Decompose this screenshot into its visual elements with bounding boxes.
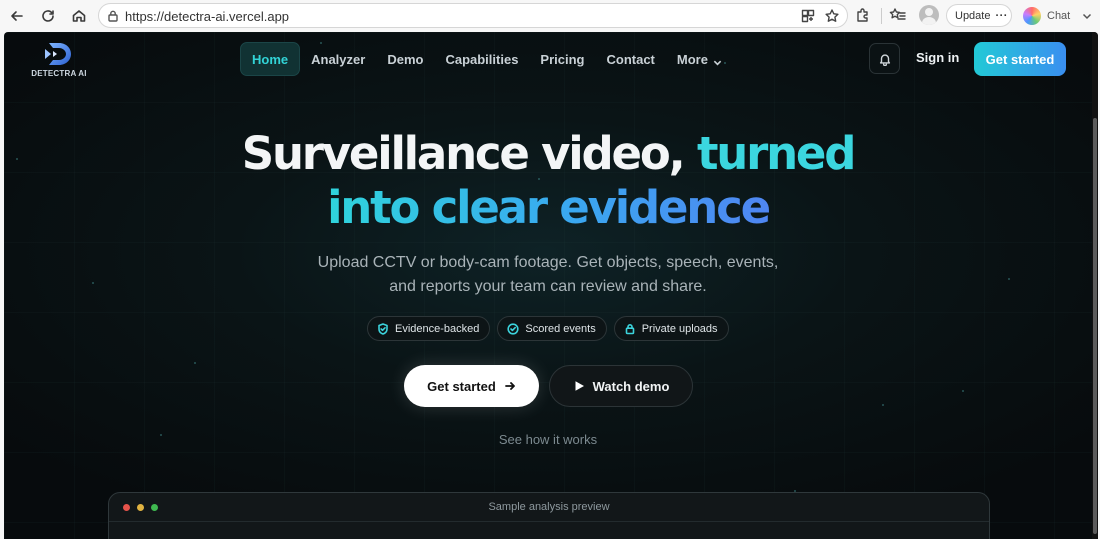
badge-label: Scored events bbox=[525, 322, 596, 335]
see-how-it-works-link[interactable]: See how it works bbox=[4, 432, 1092, 447]
nav-item-contact[interactable]: Contact bbox=[596, 42, 666, 76]
page-viewport: DETECTRA AI Home Analyzer Demo Capabilit… bbox=[4, 32, 1098, 539]
back-arrow-icon bbox=[11, 11, 23, 21]
logo-text: DETECTRA AI bbox=[31, 69, 87, 78]
badge-label: Evidence-backed bbox=[395, 322, 480, 335]
nav-item-more[interactable]: More bbox=[666, 42, 733, 76]
notifications-button[interactable] bbox=[869, 43, 900, 74]
badge-scored-events: Scored events bbox=[497, 316, 607, 341]
arrow-right-icon bbox=[504, 380, 516, 392]
header-get-started-button[interactable]: Get started bbox=[974, 42, 1066, 76]
badge-private-uploads: Private uploads bbox=[613, 316, 729, 341]
profile-avatar[interactable] bbox=[919, 5, 939, 25]
badge-label: Private uploads bbox=[641, 322, 718, 335]
background-particle bbox=[962, 390, 964, 392]
watch-demo-label: Watch demo bbox=[592, 378, 670, 394]
hero-subtitle-line1: Upload CCTV or body-cam footage. Get obj… bbox=[317, 254, 779, 271]
lock-icon bbox=[624, 323, 636, 335]
favorite-star-icon[interactable] bbox=[824, 8, 840, 24]
update-label: Update bbox=[955, 9, 991, 22]
background-particle bbox=[882, 404, 884, 406]
hero-headline-line1: Surveillance video, turned bbox=[4, 127, 1092, 181]
favorites-icon[interactable] bbox=[889, 6, 907, 24]
nav-item-demo[interactable]: Demo bbox=[376, 42, 434, 76]
nav-item-capabilities[interactable]: Capabilities bbox=[434, 42, 529, 76]
headline-accent-text: turned bbox=[696, 127, 857, 180]
chat-label: Chat bbox=[1047, 9, 1071, 22]
home-button[interactable] bbox=[68, 5, 90, 27]
address-bar[interactable]: https://detectra-ai.vercel.app bbox=[98, 3, 848, 28]
nav-item-analyzer[interactable]: Analyzer bbox=[300, 42, 376, 76]
site-logo[interactable]: DETECTRA AI bbox=[28, 40, 90, 82]
hero-get-started-label: Get started bbox=[427, 378, 496, 394]
hero-get-started-button[interactable]: Get started bbox=[404, 365, 539, 407]
app-available-icon[interactable] bbox=[800, 8, 816, 24]
page-scrollbar[interactable] bbox=[1092, 32, 1098, 539]
preview-titlebar: Sample analysis preview bbox=[109, 493, 989, 522]
copilot-chat-button[interactable]: Chat bbox=[1017, 4, 1097, 27]
badge-evidence-backed: Evidence-backed bbox=[367, 316, 491, 341]
sign-in-link[interactable]: Sign in bbox=[916, 50, 959, 65]
back-button[interactable] bbox=[6, 5, 28, 27]
hero-subtitle-line2: and reports your team can review and sha… bbox=[389, 278, 707, 295]
more-dots-icon: ··· bbox=[995, 9, 1008, 22]
play-icon bbox=[573, 380, 585, 392]
headline-gradient-text: into clear evidence bbox=[327, 181, 771, 234]
browser-toolbar: https://detectra-ai.vercel.app Update ··… bbox=[0, 0, 1100, 32]
chevron-down-icon bbox=[713, 55, 722, 65]
hero-headline-line2: into clear evidence bbox=[4, 181, 1092, 235]
headline-white-text: Surveillance video, bbox=[241, 127, 697, 180]
bell-icon bbox=[879, 53, 890, 66]
nav-item-pricing[interactable]: Pricing bbox=[529, 42, 595, 76]
lock-icon[interactable] bbox=[106, 9, 120, 23]
main-nav: Home Analyzer Demo Capabilities Pricing … bbox=[240, 42, 733, 76]
extensions-icon[interactable] bbox=[854, 6, 872, 24]
toolbar-divider bbox=[881, 8, 882, 24]
detectra-logo-icon bbox=[45, 43, 71, 65]
scrollbar-thumb[interactable] bbox=[1093, 118, 1097, 534]
refresh-button[interactable] bbox=[37, 5, 59, 27]
chevron-down-icon bbox=[1082, 11, 1092, 21]
home-icon bbox=[72, 10, 86, 22]
nav-more-label: More bbox=[676, 51, 708, 67]
nav-item-home[interactable]: Home bbox=[240, 42, 301, 76]
update-button[interactable]: Update ··· bbox=[946, 4, 1012, 27]
background-particle bbox=[194, 362, 196, 364]
copilot-icon bbox=[1023, 6, 1041, 25]
analysis-preview-window: Sample analysis preview bbox=[108, 492, 990, 539]
shield-check-icon bbox=[377, 322, 389, 335]
preview-title: Sample analysis preview bbox=[488, 501, 610, 513]
address-url[interactable]: https://detectra-ai.vercel.app bbox=[125, 9, 289, 24]
watch-demo-button[interactable]: Watch demo bbox=[549, 365, 693, 407]
refresh-icon bbox=[42, 10, 54, 22]
check-circle-icon bbox=[507, 322, 519, 335]
feature-badges: Evidence-backed Scored events Private up… bbox=[367, 316, 729, 341]
